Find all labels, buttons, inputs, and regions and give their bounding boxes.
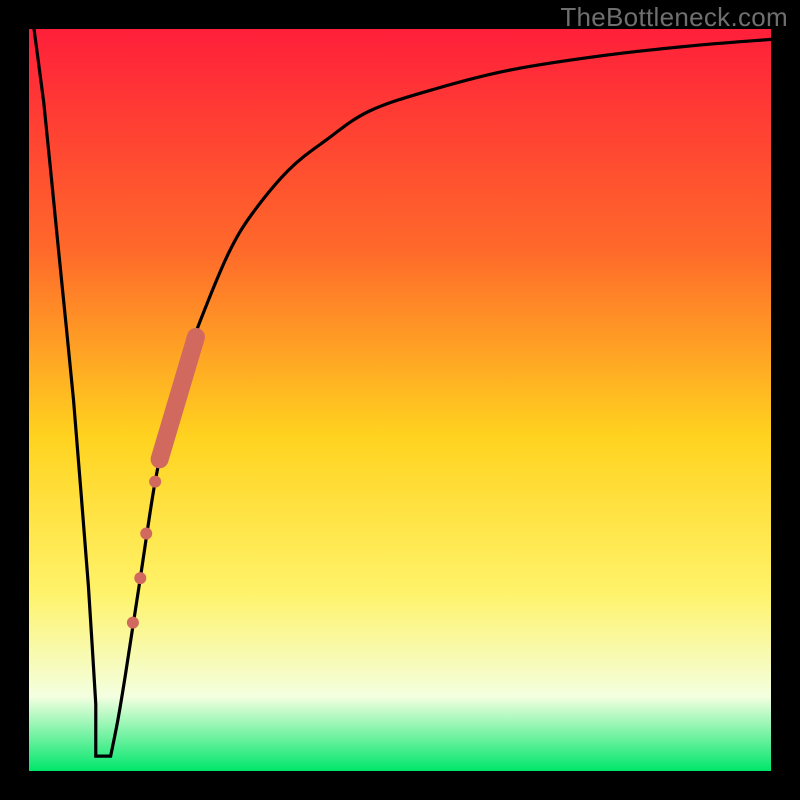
highlight-dot	[134, 572, 146, 584]
gradient-background	[29, 29, 771, 771]
highlight-dot	[149, 476, 161, 488]
plot-area	[29, 29, 771, 771]
chart-svg	[29, 29, 771, 771]
highlight-dot	[127, 617, 139, 629]
chart-frame: TheBottleneck.com	[0, 0, 800, 800]
highlight-dot	[140, 528, 152, 540]
